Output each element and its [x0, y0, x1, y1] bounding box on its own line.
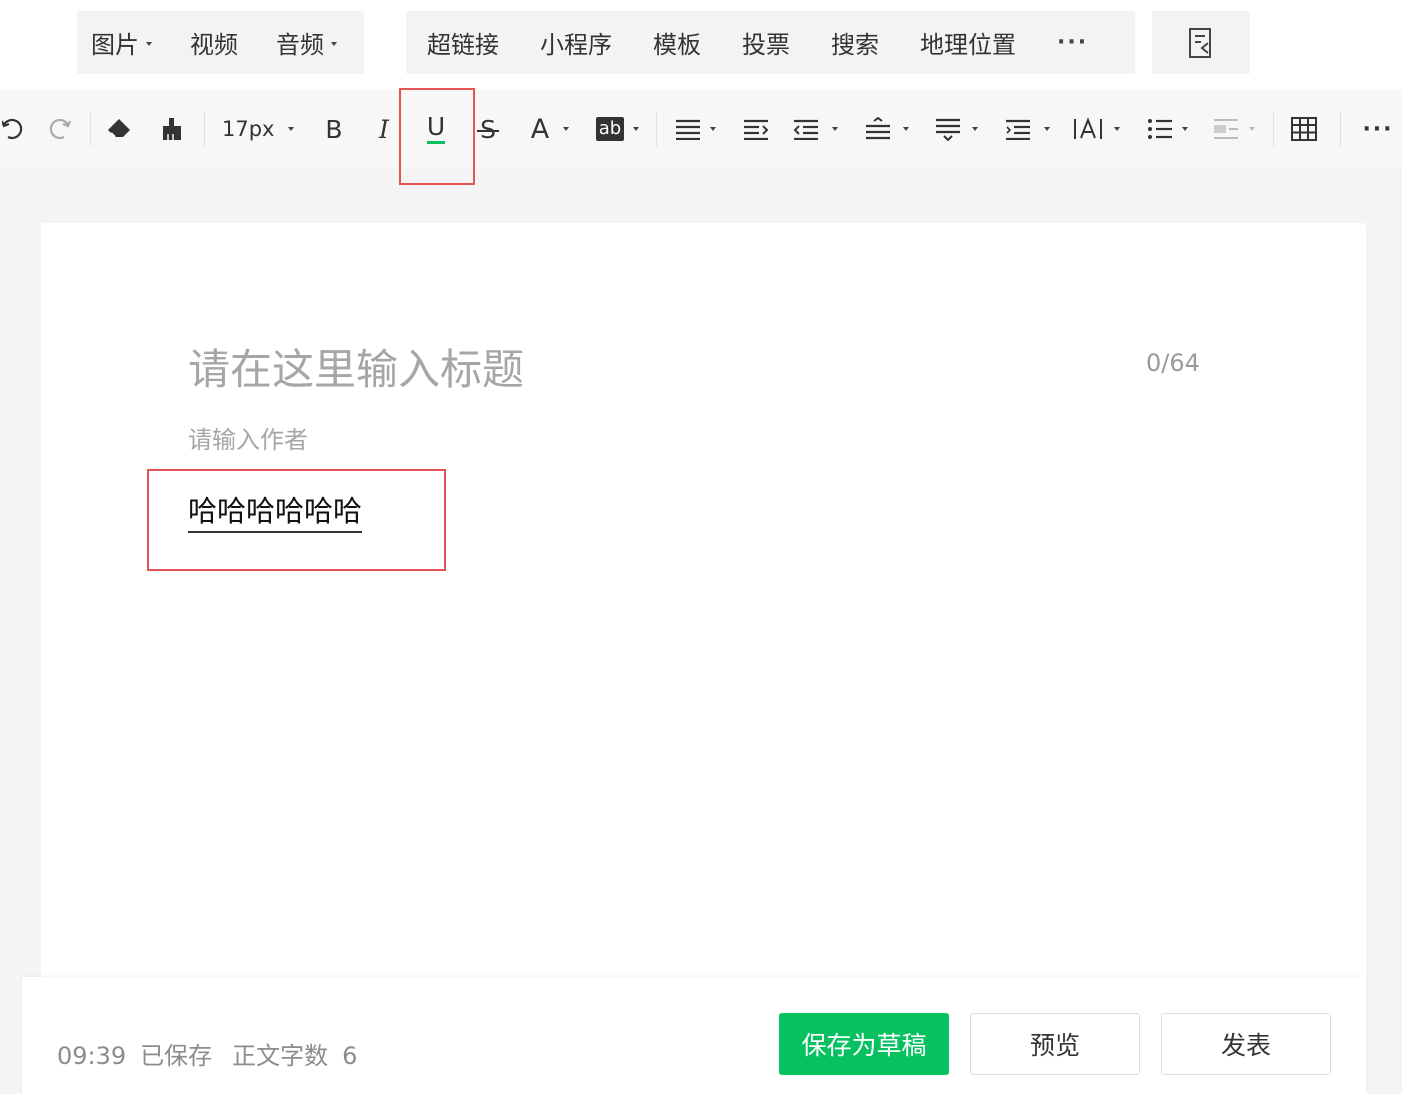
insert-audio-menu[interactable]: 音频 [276, 25, 337, 60]
letter-spacing-button[interactable] [1002, 90, 1034, 168]
redo-button[interactable] [44, 90, 76, 168]
strikethrough-icon: S [477, 115, 499, 144]
chevron-down-icon [903, 127, 909, 131]
format-painter-button[interactable] [156, 90, 188, 168]
font-color-button[interactable]: A [524, 90, 556, 168]
body-text-highlight-box [147, 469, 446, 571]
font-size-value: 17px [222, 117, 275, 141]
insert-location[interactable]: 地理位置 [920, 25, 1016, 60]
save-draft-button[interactable]: 保存为草稿 [779, 1013, 949, 1075]
chevron-down-icon [972, 127, 978, 131]
format-painter-icon [163, 118, 181, 140]
document-import-icon [1189, 27, 1211, 58]
underline-highlight-box [399, 88, 475, 185]
letter-spacing-icon [1006, 119, 1030, 140]
text-spacing-button[interactable] [1072, 90, 1104, 168]
more-icon[interactable]: ··· [1360, 90, 1396, 168]
image-align-icon [1214, 119, 1238, 139]
bullet-list-icon [1148, 119, 1172, 139]
paragraph-spacing-icon [936, 118, 960, 141]
chevron-down-icon [1114, 127, 1120, 131]
chevron-down-icon [563, 127, 569, 131]
letter-spacing-icon [1074, 117, 1102, 139]
insert-video-label: 视频 [190, 31, 238, 59]
align-icon [676, 119, 700, 140]
insert-template[interactable]: 模板 [653, 25, 701, 60]
publish-button[interactable]: 发表 [1161, 1013, 1331, 1075]
table-icon [1291, 117, 1317, 141]
toolbar-divider [656, 112, 657, 146]
eraser-icon [108, 119, 130, 138]
chevron-down-icon [331, 41, 337, 46]
document-import-button[interactable] [1152, 11, 1250, 74]
insert-audio-label: 音频 [276, 31, 324, 59]
bold-button[interactable]: B [318, 90, 350, 168]
insert-image-menu[interactable]: 图片 [91, 25, 152, 60]
line-height-icon [866, 117, 890, 140]
chevron-down-icon [1249, 127, 1255, 131]
format-toolbar: 17px B I U S A ab [0, 90, 1402, 168]
toolbar-divider [1273, 112, 1274, 146]
insert-image-label: 图片 [91, 31, 139, 59]
outdent-button[interactable] [790, 90, 822, 168]
chevron-down-icon [710, 127, 716, 131]
bullet-list-button[interactable] [1144, 90, 1176, 168]
word-count-label: 正文字数 [232, 1042, 329, 1070]
ellipsis-icon[interactable]: ··· [1057, 30, 1088, 55]
word-count-value: 6 [342, 1042, 358, 1070]
chevron-down-icon [1044, 127, 1050, 131]
toolbar-divider [90, 112, 91, 146]
chevron-down-icon [832, 127, 838, 131]
author-input[interactable]: 请输入作者 [188, 420, 308, 455]
insert-search[interactable]: 搜索 [831, 25, 879, 60]
insert-menu-bar: 图片 视频 音频 超链接 小程序 模板 投票 搜索 地理位置 ··· [0, 0, 1402, 90]
undo-button[interactable] [0, 90, 28, 168]
save-time: 09:39 [57, 1042, 127, 1070]
indent-icon [744, 119, 769, 140]
background-color-button[interactable]: ab [592, 90, 628, 168]
insert-mini-program[interactable]: 小程序 [540, 25, 612, 60]
italic-button[interactable]: I [368, 90, 400, 168]
chevron-down-icon [288, 127, 294, 131]
clear-format-button[interactable] [102, 90, 136, 168]
indent-button[interactable] [740, 90, 772, 168]
title-char-counter: 0/64 [1146, 349, 1200, 377]
content-insert-group: 超链接 小程序 模板 投票 搜索 地理位置 ··· [406, 11, 1135, 74]
toolbar-divider [1340, 112, 1341, 146]
insert-hyperlink[interactable]: 超链接 [427, 25, 499, 60]
insert-vote[interactable]: 投票 [742, 25, 790, 60]
chevron-down-icon [1182, 127, 1188, 131]
redo-icon [49, 118, 72, 140]
strikethrough-button[interactable]: S [472, 90, 504, 168]
undo-icon [2, 118, 23, 140]
background-color-icon: ab [595, 117, 625, 141]
chevron-down-icon [146, 41, 152, 46]
insert-table-button[interactable] [1288, 90, 1320, 168]
saved-status-text: 已保存 [140, 1042, 213, 1070]
preview-button[interactable]: 预览 [970, 1013, 1140, 1075]
media-insert-group: 图片 视频 音频 [77, 11, 364, 74]
line-height-button[interactable] [862, 90, 894, 168]
insert-video-menu[interactable]: 视频 [190, 25, 238, 60]
chevron-down-icon [633, 127, 639, 131]
save-status: 09:39 已保存 正文字数 6 [57, 1036, 377, 1071]
paragraph-spacing-button[interactable] [932, 90, 964, 168]
align-button[interactable] [672, 90, 704, 168]
image-align-button[interactable] [1210, 90, 1242, 168]
toolbar-divider [204, 112, 205, 146]
outdent-icon [793, 119, 818, 140]
title-input[interactable]: 请在这里输入标题 [188, 336, 524, 397]
